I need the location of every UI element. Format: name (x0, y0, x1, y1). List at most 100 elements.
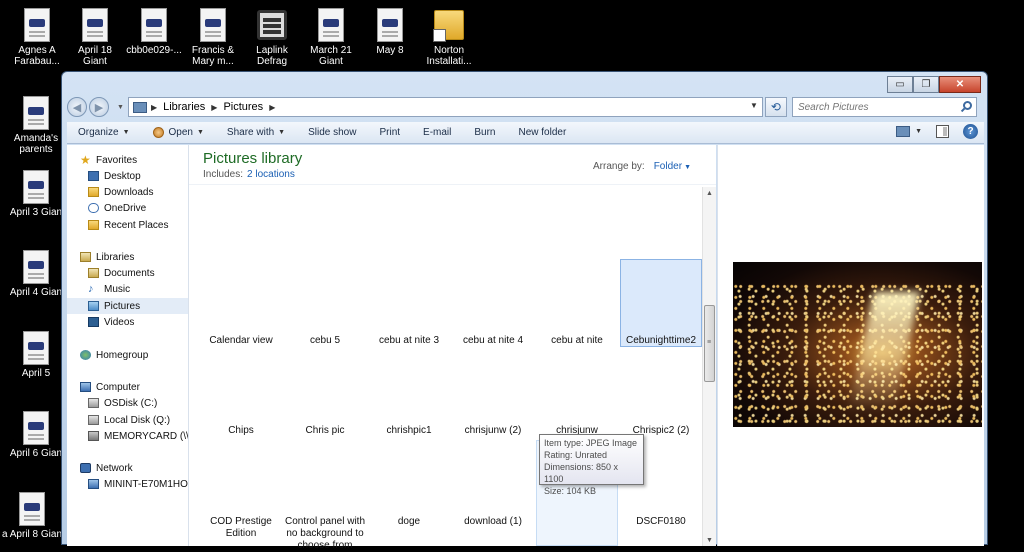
print-button[interactable]: Print (379, 127, 400, 138)
videos-icon (88, 317, 99, 327)
minimize-button[interactable]: ▭ (887, 76, 913, 93)
breadcrumb-separator[interactable]: ▶ (151, 103, 157, 112)
desktop-icon[interactable]: Laplink Defrag (242, 8, 302, 67)
navigation-pane: ★ Favorites Desktop Downloads OneDrive Re… (67, 145, 189, 546)
homegroup-icon (80, 350, 91, 360)
file-item[interactable]: cebu at nite 3 (368, 335, 450, 347)
file-item[interactable]: download (1) (452, 516, 534, 528)
nav-libraries[interactable]: Libraries (80, 249, 201, 265)
includes-locations-link[interactable]: 2 locations (247, 169, 295, 180)
file-item[interactable]: COD Prestige Edition (200, 516, 282, 540)
desktop-icon[interactable]: April 3 Gian (6, 170, 66, 218)
preview-pane-icon[interactable] (936, 125, 949, 138)
nav-label: OneDrive (104, 202, 147, 214)
desktop-icon[interactable]: April 18 Giant (65, 8, 125, 67)
file-item[interactable]: DSCF0180 (620, 516, 702, 528)
address-bar[interactable]: ▶ Libraries ▶ Pictures ▶ ▼ (127, 97, 763, 117)
search-icon[interactable] (962, 101, 972, 110)
desktop-icon[interactable]: March 21 Giant (301, 8, 361, 67)
nav-memorycard[interactable]: MEMORYCARD (\\E (88, 428, 188, 444)
desktop-icon[interactable]: April 4 Gian (6, 250, 66, 298)
nav-pictures[interactable]: Pictures (67, 298, 188, 314)
desktop-icon[interactable]: Norton Installati... (419, 8, 479, 67)
breadcrumb-separator[interactable]: ▶ (269, 103, 275, 112)
vertical-scrollbar[interactable]: ▲ ≡ ▼ (702, 187, 716, 546)
refresh-button[interactable]: ⟲ (764, 97, 787, 117)
arrange-by-dropdown[interactable]: Folder (654, 161, 682, 172)
file-item[interactable]: doge (368, 516, 450, 528)
breadcrumb-separator[interactable]: ▶ (211, 103, 217, 112)
scrollbar-thumb[interactable]: ≡ (704, 305, 715, 382)
document-icon (23, 331, 49, 365)
open-button[interactable]: Open ▼ (152, 127, 204, 138)
nav-homegroup[interactable]: Homegroup (80, 347, 201, 363)
caption-buttons: ▭ ❐ ✕ (887, 76, 981, 93)
back-button[interactable]: ◀ (67, 97, 87, 117)
file-item[interactable]: chrisjunw (2) (452, 425, 534, 437)
file-item[interactable]: Calendar view (200, 335, 282, 347)
close-button[interactable]: ✕ (939, 76, 981, 93)
file-item[interactable]: cebu at nite (536, 335, 618, 347)
organize-button[interactable]: Organize ▼ (78, 127, 130, 138)
desktop-icon-label: a April 8 Gian (1, 529, 63, 540)
library-icon (132, 101, 147, 113)
scroll-down-arrow-icon[interactable]: ▼ (706, 537, 713, 544)
drive-icon (88, 398, 99, 408)
desktop-icon-label: April 4 Gian (9, 287, 63, 298)
search-input[interactable] (797, 101, 948, 113)
chevron-down-icon[interactable]: ▼ (684, 164, 691, 171)
desktop-icon-label: Norton Installati... (426, 45, 472, 67)
desktop-icon[interactable]: April 6 Gian (6, 411, 66, 459)
computer-icon (80, 382, 91, 392)
new-folder-button[interactable]: New folder (519, 127, 567, 138)
nav-network-host[interactable]: MININT-E70M1HO (88, 476, 188, 492)
file-item[interactable]: Chips (200, 425, 282, 437)
forward-button[interactable]: ▶ (89, 97, 109, 117)
recent-pages-dropdown[interactable]: ▼ (117, 104, 124, 111)
file-item[interactable]: cebu at nite 4 (452, 335, 534, 347)
breadcrumb-libraries[interactable]: Libraries (163, 101, 205, 113)
nav-network[interactable]: Network (80, 460, 201, 476)
slide-show-button[interactable]: Slide show (308, 127, 356, 138)
desktop-icon[interactable]: Amanda's parents (6, 96, 66, 155)
library-title: Pictures library (203, 150, 303, 167)
maximize-button[interactable]: ❐ (913, 76, 939, 93)
desktop-icon[interactable]: Francis & Mary m... (183, 8, 243, 67)
desktop-icon[interactable]: a April 8 Gian (0, 492, 66, 540)
scroll-up-arrow-icon[interactable]: ▲ (706, 190, 713, 197)
library-header: Pictures library Includes: 2 locations Ar… (189, 145, 716, 185)
nav-label: Homegroup (96, 349, 149, 361)
nav-computer[interactable]: Computer (80, 379, 201, 395)
desktop-icon-label: April 3 Gian (9, 207, 63, 218)
file-item[interactable]: Chris pic (284, 425, 366, 437)
document-icon (377, 8, 403, 42)
file-item[interactable]: Control panel with no background to choo… (284, 516, 366, 552)
file-item[interactable]: cebu 5 (284, 335, 366, 347)
change-view-icon[interactable] (896, 126, 911, 137)
share-with-button[interactable]: Share with ▼ (227, 127, 285, 138)
desktop-icon[interactable]: Agnes A Farabau... (7, 8, 67, 67)
document-icon (200, 8, 226, 42)
laplink-defrag-icon (257, 10, 287, 40)
arrange-by: Arrange by: Folder ▼ (593, 161, 691, 172)
file-item-selected[interactable]: Cebunighttime2 (620, 259, 702, 347)
address-history-dropdown[interactable]: ▼ (750, 101, 758, 110)
help-icon[interactable]: ? (963, 124, 978, 139)
organize-label: Organize (78, 127, 119, 138)
file-item[interactable]: chrishpic1 (368, 425, 450, 437)
burn-button[interactable]: Burn (474, 127, 495, 138)
email-button[interactable]: E-mail (423, 127, 451, 138)
grip-icon: ≡ (707, 339, 712, 346)
search-box[interactable] (791, 97, 977, 117)
star-icon: ★ (80, 153, 91, 167)
desktop-icon[interactable]: May 8 (360, 8, 420, 56)
desktop-icon-label: cbb0e029-... (126, 45, 182, 56)
chevron-down-icon[interactable]: ▼ (915, 128, 922, 135)
nav-label: Network (96, 462, 133, 474)
breadcrumb-pictures[interactable]: Pictures (223, 101, 263, 113)
nav-label: Pictures (104, 300, 141, 312)
desktop-icon[interactable]: cbb0e029-... (124, 8, 184, 56)
refresh-icon: ⟲ (770, 100, 781, 114)
desktop-icon[interactable]: April 5 (6, 331, 66, 379)
nav-favorites[interactable]: ★ Favorites (80, 152, 201, 168)
